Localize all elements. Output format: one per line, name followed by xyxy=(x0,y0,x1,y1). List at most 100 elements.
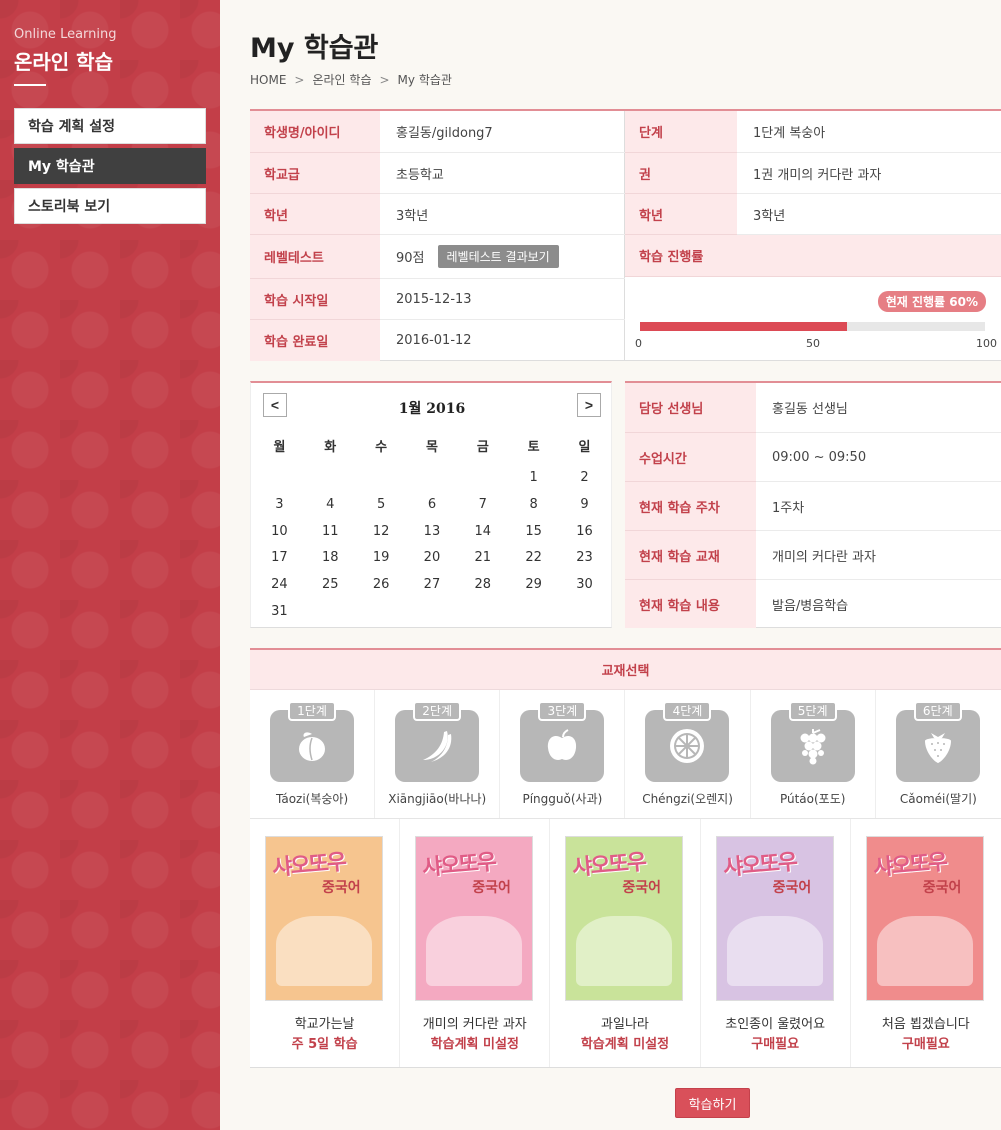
book-cover[interactable]: 샤오또우 중국어 xyxy=(715,836,834,1001)
book-item[interactable]: 샤오또우 중국어 초인종이 울렸어요 구매필요 xyxy=(701,819,851,1067)
stage-item[interactable]: 2단계 Xiāngjiāo(바나나) xyxy=(375,690,501,818)
book-cover-subtitle: 중국어 xyxy=(922,880,962,896)
calendar-day[interactable]: 2 xyxy=(559,465,610,492)
calendar-day[interactable]: 28 xyxy=(457,572,508,599)
book-cover[interactable]: 샤오또우 중국어 xyxy=(565,836,684,1001)
value-student: 홍길동/gildong7 xyxy=(380,111,625,153)
calendar-day[interactable]: 27 xyxy=(407,572,458,599)
calendar-week-row: 17 18 19 20 21 22 23 xyxy=(254,545,610,572)
breadcrumb: HOME > 온라인 학습 > My 학습관 xyxy=(250,71,452,88)
label-grade: 학년 xyxy=(250,194,380,235)
progress-scale-mid: 50 xyxy=(806,337,820,350)
value-week: 1주차 xyxy=(756,482,1001,531)
calendar-week-row: 24 25 26 27 28 29 30 xyxy=(254,572,610,599)
progress-scale-max: 100 xyxy=(976,337,997,350)
calendar-day[interactable]: 5 xyxy=(356,492,407,519)
book-title: 처음 뵙겠습니다 xyxy=(881,1017,970,1032)
value-class-time: 09:00 ~ 09:50 xyxy=(756,433,1001,482)
calendar-day[interactable]: 15 xyxy=(508,519,559,546)
apple-icon xyxy=(548,729,577,760)
calendar-day[interactable]: 10 xyxy=(254,519,305,546)
label-grade-right: 학년 xyxy=(625,194,737,235)
stage-name: Táozi(복숭아) xyxy=(276,792,349,806)
stage-name: Pútáo(포도) xyxy=(779,792,846,806)
sidebar-item-storybook[interactable]: 스토리북 보기 xyxy=(14,188,206,224)
calendar-next-button[interactable]: > xyxy=(577,393,601,417)
calendar-day[interactable]: 7 xyxy=(457,492,508,519)
calendar-day[interactable]: 22 xyxy=(508,545,559,572)
calendar-day[interactable]: 17 xyxy=(254,545,305,572)
calendar-day[interactable]: 26 xyxy=(356,572,407,599)
stage-name: Cǎoméi(딸기) xyxy=(899,792,977,806)
value-content: 발음/병음학습 xyxy=(772,598,849,614)
calendar-week-row: 3456789 xyxy=(254,492,610,519)
calendar-day[interactable]: 12 xyxy=(356,519,407,546)
book-title: 과일나라 xyxy=(601,1017,649,1032)
calendar-day[interactable]: 19 xyxy=(356,545,407,572)
value-school: 초등학교 xyxy=(380,153,625,194)
calendar-day[interactable]: 1 xyxy=(508,465,559,492)
calendar-weekday: 수 xyxy=(375,440,388,455)
calendar-day[interactable]: 20 xyxy=(407,545,458,572)
calendar-day[interactable]: 25 xyxy=(305,572,356,599)
calendar-day[interactable]: 11 xyxy=(305,519,356,546)
stage-item[interactable]: 6단계 Cǎoméi(딸기) xyxy=(876,690,1001,818)
chevron-right-icon: > xyxy=(584,397,594,413)
stage-tab: 1단계 xyxy=(288,701,336,721)
peach-icon xyxy=(299,732,325,761)
stage-item[interactable]: 5단계 Pútáo(포도) xyxy=(751,690,876,818)
leveltest-result-button[interactable]: 레벨테스트 결과보기 xyxy=(437,245,559,268)
banana-icon xyxy=(423,731,452,762)
value-grade: 3학년 xyxy=(380,194,625,235)
book-cover[interactable]: 샤오또우 중국어 xyxy=(865,836,984,1001)
student-info-table: 학생명/아이디 홍길동/gildong7 학교급 초등학교 학년 3학년 레벨테… xyxy=(250,109,1001,361)
calendar-week-row: 12 xyxy=(254,465,610,492)
breadcrumb-home[interactable]: HOME xyxy=(250,73,286,87)
book-cover-illustration xyxy=(876,916,973,986)
calendar-day[interactable]: 21 xyxy=(457,545,508,572)
calendar-day[interactable]: 14 xyxy=(457,519,508,546)
book-cover[interactable]: 샤오또우 중국어 xyxy=(265,836,383,1001)
calendar-day[interactable]: 18 xyxy=(305,545,356,572)
value-teacher: 홍길동 선생님 xyxy=(756,383,1001,433)
label-leveltest: 레벨테스트 xyxy=(250,235,380,279)
stage-item[interactable]: 1단계 Táozi(복숭아) xyxy=(250,690,376,818)
label-school: 학교급 xyxy=(250,153,380,194)
calendar-day[interactable]: 29 xyxy=(508,572,559,599)
strawberry-icon xyxy=(924,733,951,763)
stage-item[interactable]: 3단계 Píngguǒ(사과) xyxy=(500,690,626,818)
sidebar-item-my-study[interactable]: My 학습관 xyxy=(14,148,206,184)
book-cover-subtitle: 중국어 xyxy=(322,880,361,896)
book-cover-subtitle: 중국어 xyxy=(772,880,812,896)
calendar-day[interactable]: 16 xyxy=(559,519,610,546)
calendar-day[interactable]: 13 xyxy=(407,519,458,546)
calendar-day[interactable]: 3 xyxy=(254,492,305,519)
calendar-day[interactable]: 9 xyxy=(559,492,610,519)
stage-name: Píngguǒ(사과) xyxy=(522,792,603,806)
book-cover-subtitle: 중국어 xyxy=(622,880,662,896)
calendar-day[interactable]: 8 xyxy=(508,492,559,519)
start-learning-button[interactable]: 학습하기 xyxy=(675,1088,750,1118)
book-item[interactable]: 샤오또우 중국어 처음 뵙겠습니다 구매필요 xyxy=(851,819,1001,1067)
breadcrumb-online[interactable]: 온라인 학습 xyxy=(312,73,371,87)
book-cover[interactable]: 샤오또우 중국어 xyxy=(415,836,534,1001)
book-item[interactable]: 샤오또우 중국어 과일나라 학습계획 미설정 xyxy=(550,819,701,1067)
book-cover-illustration xyxy=(576,916,673,986)
calendar-day[interactable]: 30 xyxy=(559,572,610,599)
calendar-day[interactable]: 6 xyxy=(407,492,458,519)
stage-name: Xiāngjiāo(바나나) xyxy=(388,792,487,806)
calendar-empty-day xyxy=(457,599,508,626)
book-item[interactable]: 샤오또우 중국어 개미의 커다란 과자 학습계획 미설정 xyxy=(400,819,551,1067)
calendar-day[interactable]: 23 xyxy=(559,545,610,572)
sidebar-item-plan[interactable]: 학습 계획 설정 xyxy=(14,108,206,144)
value-stage: 1단계 복숭아 xyxy=(737,111,1001,153)
stage-item[interactable]: 4단계 Chéngzi(오렌지) xyxy=(625,690,751,818)
book-status: 주 5일 학습 xyxy=(291,1037,358,1052)
calendar-day[interactable]: 31 xyxy=(254,599,305,626)
calendar-day[interactable]: 24 xyxy=(254,572,305,599)
stage-tab: 4단계 xyxy=(663,701,712,721)
textbook-header: 교재선택 xyxy=(250,650,1001,690)
calendar-day[interactable]: 4 xyxy=(305,492,356,519)
book-item[interactable]: 샤오또우 중국어 학교가는날 주 5일 학습 xyxy=(250,819,401,1067)
progress-bar-fill xyxy=(640,322,847,331)
